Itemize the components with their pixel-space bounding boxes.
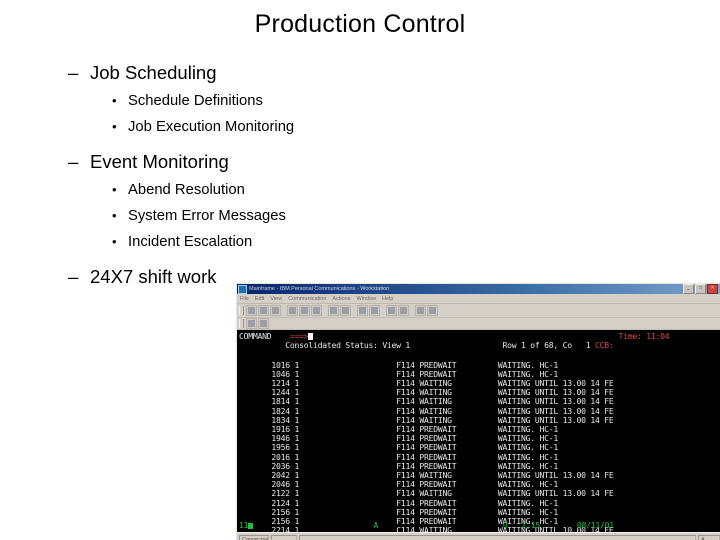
dot-bullet-icon: • <box>112 92 117 108</box>
bullet-label: Job Scheduling <box>90 62 217 83</box>
bullet-label: Abend Resolution <box>128 181 245 198</box>
terminal-screen[interactable]: COMMAND ===> Time: 11:04 Consolidated St… <box>237 330 720 532</box>
sub-bullets: • Schedule Definitions • Job Execution M… <box>0 93 720 137</box>
dot-bullet-icon: • <box>112 234 117 250</box>
menu-bar: File Edit View Communication Actions Win… <box>237 294 720 304</box>
menu-item-actions[interactable]: Actions <box>332 296 350 302</box>
dash-bullet-icon: – <box>68 265 79 287</box>
terminal-window-icon <box>238 284 247 294</box>
terminal-column-headers: Job Name Account ApplName Genr C Node Jo… <box>239 349 554 360</box>
undo-icon[interactable] <box>340 305 351 316</box>
status-gap-2 <box>378 520 503 530</box>
cut-icon[interactable] <box>328 305 339 316</box>
open-icon[interactable] <box>258 305 269 316</box>
bullet-item-abend-resolution: • Abend Resolution <box>112 182 720 199</box>
window-title-bar: Mainframe - IBM Personal Communications … <box>237 284 720 294</box>
maximize-icon[interactable]: □ <box>695 284 706 294</box>
status-left: 11 <box>239 519 249 530</box>
copy-icon[interactable] <box>299 305 310 316</box>
print-icon[interactable] <box>287 305 298 316</box>
color-icon[interactable] <box>369 305 380 316</box>
bullet-list: – Job Scheduling • Schedule Definitions … <box>0 62 720 288</box>
page-title: Production Control <box>254 10 466 38</box>
terminal-status-inner: 11 A U 1,15 08/11/01 <box>239 519 720 530</box>
dot-bullet-icon: • <box>112 119 117 135</box>
status-gap-3 <box>540 520 577 530</box>
terminal-status-line: 11 A U 1,15 08/11/01 <box>237 519 720 530</box>
macro-icon[interactable] <box>398 305 409 316</box>
bullet-label: System Error Messages <box>128 208 286 225</box>
sub-bullets: • Abend Resolution • System Error Messag… <box>0 182 720 252</box>
bullet-item-job-execution-monitoring: • Job Execution Monitoring <box>112 119 720 136</box>
status-right: U 1,15 <box>502 519 540 530</box>
menu-item-communication[interactable]: Communication <box>288 296 326 302</box>
menu-item-view[interactable]: View <box>270 296 282 302</box>
menu-item-help[interactable]: Help <box>382 296 393 302</box>
toolbar-separator <box>381 306 385 315</box>
time-value: 11:04 <box>646 331 670 341</box>
bullet-label: Event Monitoring <box>90 150 229 172</box>
toolbar-separator <box>282 306 286 315</box>
dash-bullet-icon: – <box>68 62 79 83</box>
bullet-label: 24X7 shift work <box>90 265 217 287</box>
terminal-job-rows: 1016 1 F114 PREDWAIT WAITING. HC-1 1046 … <box>239 360 720 532</box>
toolbar-separator <box>352 306 356 315</box>
menu-item-window[interactable]: Window <box>356 296 376 302</box>
close-icon[interactable]: × <box>707 284 718 294</box>
disconnect-icon[interactable] <box>258 318 269 329</box>
toolbar-grip[interactable] <box>239 306 244 315</box>
bullet-item-schedule-definitions: • Schedule Definitions <box>112 93 720 110</box>
keypad-icon[interactable] <box>386 305 397 316</box>
toolbar-grip[interactable] <box>239 319 244 328</box>
window-title-text: Mainframe - IBM Personal Communications … <box>249 285 390 292</box>
bullet-group-event-monitoring: – Event Monitoring • Abend Resolution • … <box>0 151 720 252</box>
bullet-item-job-scheduling: – Job Scheduling <box>68 62 720 84</box>
save-icon[interactable] <box>270 305 281 316</box>
status-far: 08/11/01 <box>576 519 614 530</box>
dot-bullet-icon: • <box>112 181 117 197</box>
toolbar-primary <box>237 304 720 318</box>
bullet-item-event-monitoring: – Event Monitoring <box>68 151 720 173</box>
status-connected: Connected <box>239 534 269 540</box>
bullet-label: Job Execution Monitoring <box>128 119 295 136</box>
window-controls: _ □ × <box>683 284 719 294</box>
menu-item-edit[interactable]: Edit <box>255 296 264 302</box>
ccb-label: CCB: <box>595 340 614 351</box>
menu-item-file[interactable]: File <box>240 296 249 302</box>
paste-icon[interactable] <box>311 305 322 316</box>
col-gap <box>572 340 586 350</box>
bullet-item-incident-escalation: • Incident Escalation <box>112 234 720 251</box>
toolbar-separator <box>323 306 327 315</box>
status-cell-indicator: A <box>698 534 720 540</box>
bullet-label: Incident Escalation <box>128 234 253 251</box>
play-icon[interactable] <box>427 305 438 316</box>
bullet-group-job-scheduling: – Job Scheduling • Schedule Definitions … <box>0 62 720 137</box>
dash-bullet-icon: – <box>68 150 79 172</box>
new-icon[interactable] <box>246 305 257 316</box>
status-cell-2 <box>271 534 297 540</box>
status-gap-1 <box>253 520 373 530</box>
status-cell-3 <box>299 534 696 540</box>
toolbar-secondary <box>237 318 720 330</box>
record-icon[interactable] <box>415 305 426 316</box>
font-icon[interactable] <box>357 305 368 316</box>
bullet-label: Schedule Definitions <box>128 92 263 109</box>
terminal-window-screenshot: Mainframe - IBM Personal Communications … <box>236 283 720 540</box>
time-label: Time: <box>618 331 642 341</box>
bullet-item-system-error-messages: • System Error Messages <box>112 208 720 225</box>
connect-icon[interactable] <box>246 318 257 329</box>
minimize-icon[interactable]: _ <box>683 284 694 294</box>
app-status-bar: Connected A <box>237 532 720 540</box>
toolbar-separator <box>410 306 414 315</box>
dot-bullet-icon: • <box>112 208 117 224</box>
